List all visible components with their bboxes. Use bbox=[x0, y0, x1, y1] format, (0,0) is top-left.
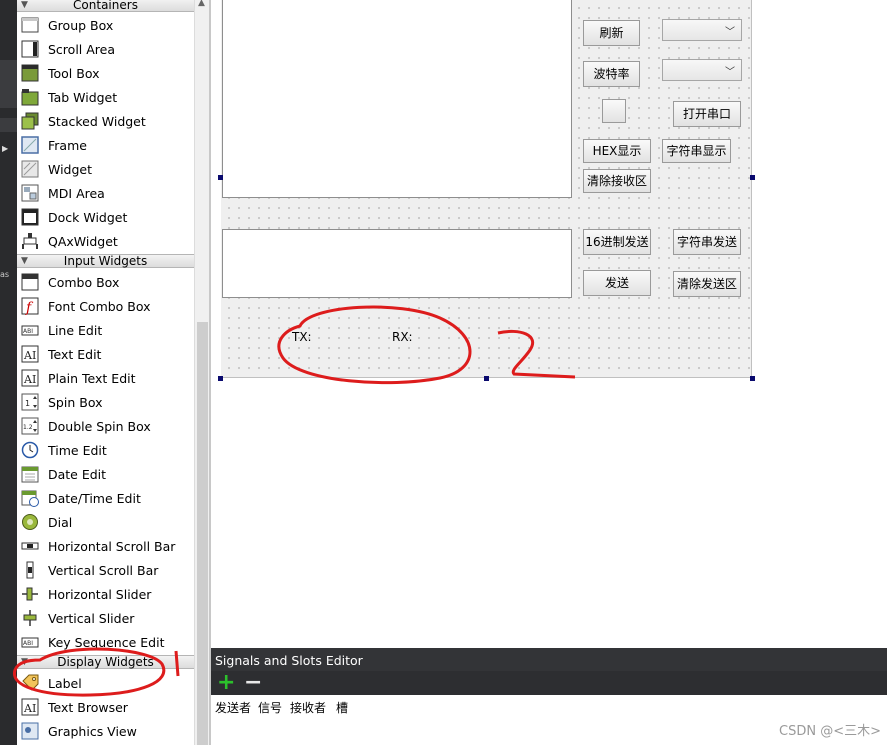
column-header-slot[interactable]: 槽 bbox=[336, 699, 348, 716]
column-header-sender[interactable]: 发送者 bbox=[215, 699, 251, 716]
watermark: CSDN @<三木> bbox=[779, 724, 881, 739]
annotation-circle-tx-rx bbox=[277, 305, 472, 385]
annotation-circle-label bbox=[13, 647, 166, 697]
signals-slots-columns: 发送者 信号 接收者 槽 bbox=[211, 695, 887, 715]
panel-title: Signals and Slots Editor bbox=[215, 653, 363, 668]
column-header-receiver[interactable]: 接收者 bbox=[290, 699, 326, 716]
add-icon[interactable]: + bbox=[217, 672, 235, 694]
column-header-signal[interactable]: 信号 bbox=[258, 699, 282, 716]
annotation-number-two bbox=[497, 329, 576, 379]
signals-slots-toolbar: + − bbox=[211, 671, 887, 695]
annotation-layer bbox=[13, 305, 576, 697]
remove-icon[interactable]: − bbox=[244, 672, 262, 694]
annotation-tick bbox=[174, 650, 180, 677]
signals-slots-header: Signals and Slots Editor bbox=[211, 648, 887, 671]
